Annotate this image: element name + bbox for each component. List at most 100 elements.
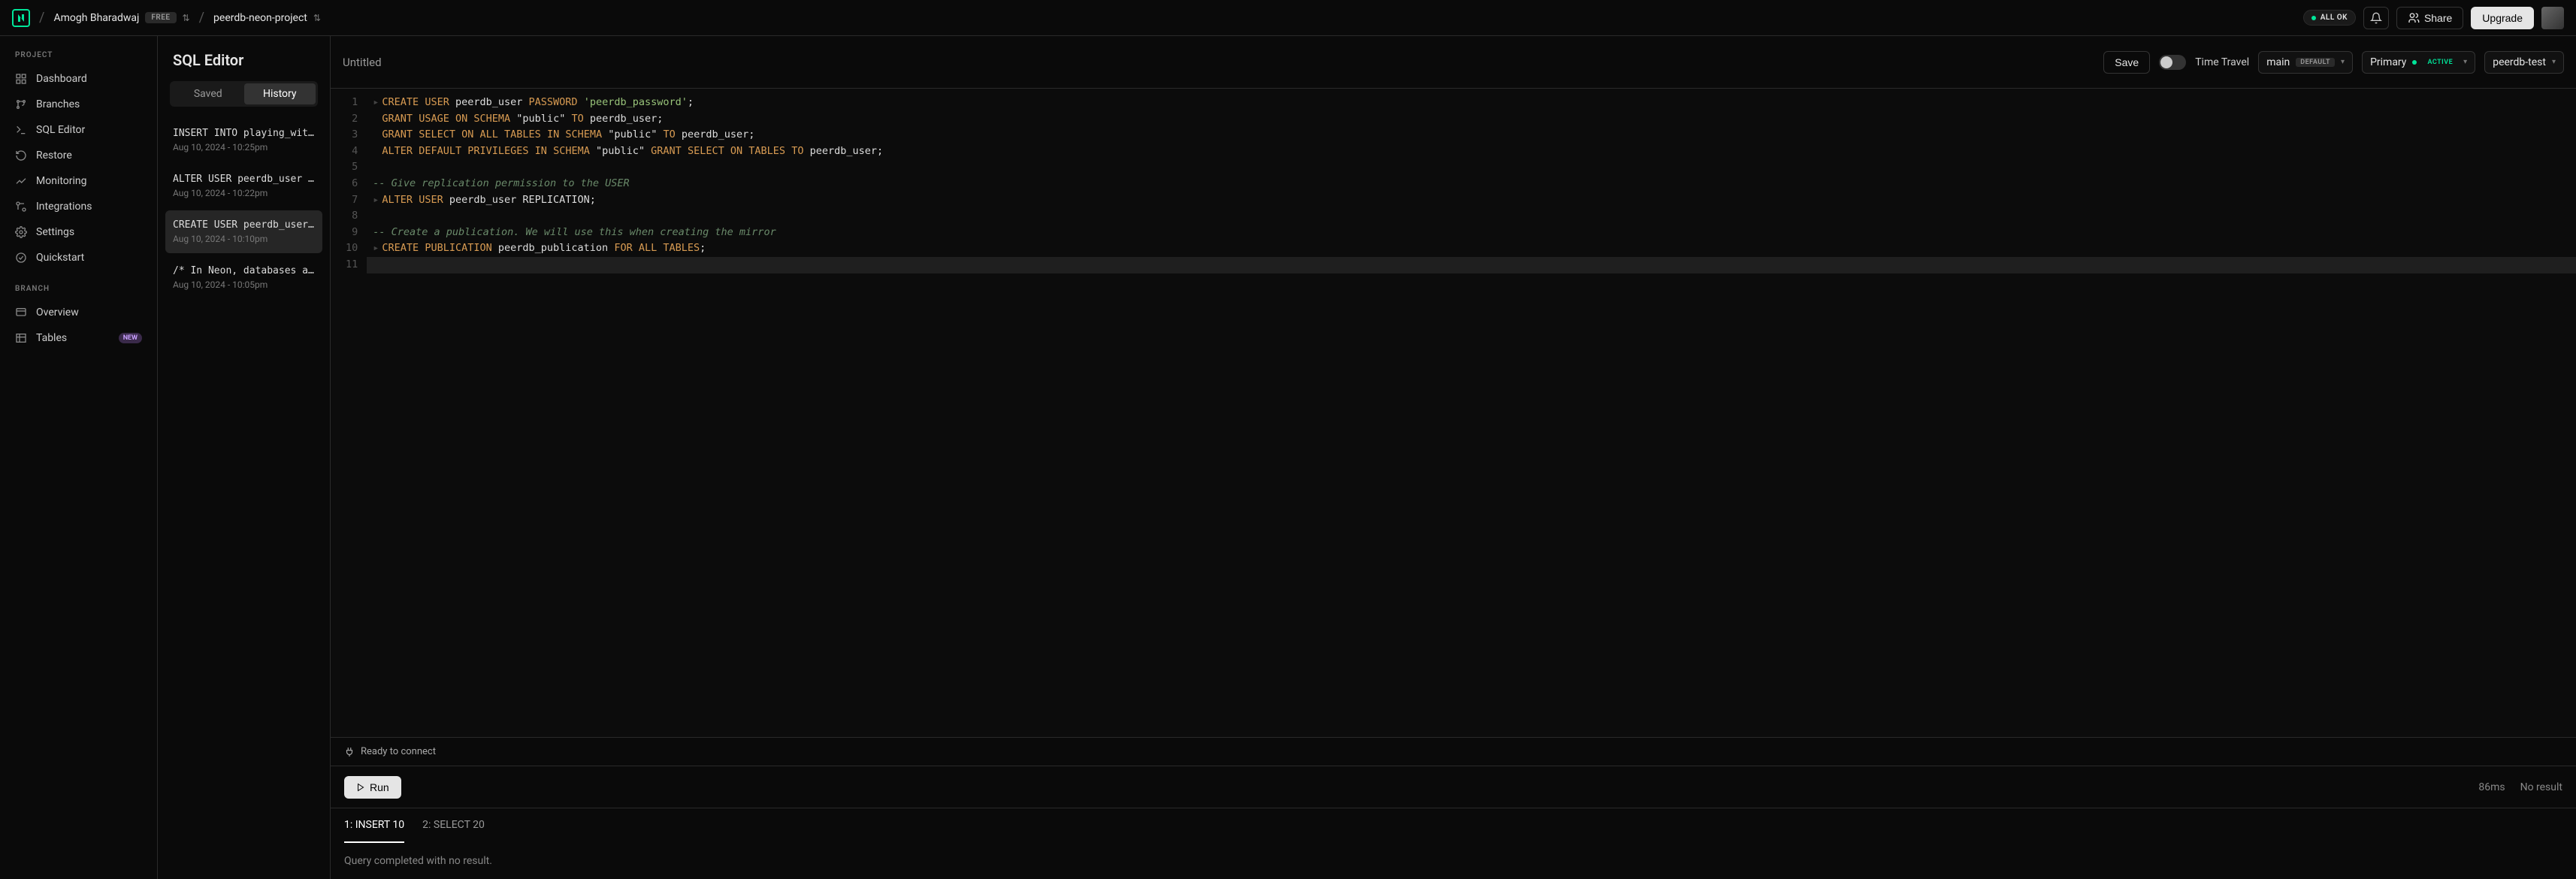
chevron-down-icon: ▾ bbox=[2463, 58, 2467, 66]
history-query: /* In Neon, databases a… bbox=[173, 265, 315, 276]
code-line: ALTER DEFAULT PRIVILEGES IN SCHEMA "publ… bbox=[367, 143, 2576, 160]
connection-status-label: Ready to connect bbox=[361, 746, 436, 757]
nav-quickstart[interactable]: Quickstart bbox=[9, 246, 148, 270]
user-name: Amogh Bharadwaj bbox=[53, 12, 139, 24]
compute-dropdown[interactable]: Primary ACTIVE ▾ bbox=[2362, 51, 2475, 74]
nav-dashboard[interactable]: Dashboard bbox=[9, 67, 148, 91]
line-gutter: 1 2 3 4 5 6 7 8 9 10 11 bbox=[331, 89, 367, 737]
nav-label: Tables bbox=[36, 332, 67, 344]
code-editor[interactable]: 1 2 3 4 5 6 7 8 9 10 11 ▸CREATE USER pee… bbox=[331, 89, 2576, 737]
history-query: INSERT INTO playing_wit… bbox=[173, 128, 315, 139]
integrations-icon bbox=[15, 201, 27, 213]
default-badge: DEFAULT bbox=[2296, 58, 2335, 67]
tab-saved[interactable]: Saved bbox=[172, 83, 244, 104]
nav-sidebar: PROJECT Dashboard Branches SQL Editor Re… bbox=[0, 36, 158, 879]
history-item[interactable]: CREATE USER peerdb_user… Aug 10, 2024 - … bbox=[165, 210, 322, 253]
history-panel: SQL Editor Saved History INSERT INTO pla… bbox=[158, 36, 331, 879]
nav-branches[interactable]: Branches bbox=[9, 92, 148, 116]
run-button[interactable]: Run bbox=[344, 776, 401, 799]
section-label-project: PROJECT bbox=[9, 51, 148, 59]
history-item[interactable]: ALTER USER peerdb_user … Aug 10, 2024 - … bbox=[165, 165, 322, 207]
result-tab[interactable]: 1: INSERT 10 bbox=[344, 808, 404, 843]
header-actions: ALL OK Share Upgrade bbox=[2303, 7, 2564, 29]
overview-icon bbox=[15, 307, 27, 319]
code-content[interactable]: ▸CREATE USER peerdb_user PASSWORD 'peerd… bbox=[367, 89, 2576, 737]
monitoring-icon bbox=[15, 175, 27, 187]
chevron-updown-icon: ⇅ bbox=[183, 13, 190, 23]
nav-overview[interactable]: Overview bbox=[9, 301, 148, 325]
history-time: Aug 10, 2024 - 10:22pm bbox=[173, 188, 315, 198]
code-line bbox=[367, 159, 2576, 176]
nav-sql-editor[interactable]: SQL Editor bbox=[9, 118, 148, 142]
nav-integrations[interactable]: Integrations bbox=[9, 195, 148, 219]
nav-label: SQL Editor bbox=[36, 124, 85, 136]
nav-tables[interactable]: Tables NEW bbox=[9, 326, 148, 350]
result-tab[interactable]: 2: SELECT 20 bbox=[422, 808, 485, 843]
system-status[interactable]: ALL OK bbox=[2303, 10, 2356, 26]
play-icon bbox=[356, 783, 365, 792]
connection-status-bar: Ready to connect bbox=[331, 737, 2576, 766]
history-item[interactable]: INSERT INTO playing_wit… Aug 10, 2024 - … bbox=[165, 119, 322, 162]
org-switcher[interactable]: Amogh Bharadwaj FREE ⇅ bbox=[53, 12, 189, 24]
database-name: peerdb-test bbox=[2493, 56, 2546, 68]
history-query: ALTER USER peerdb_user … bbox=[173, 174, 315, 185]
result-tabs: 1: INSERT 10 2: SELECT 20 bbox=[331, 808, 2576, 843]
chevron-updown-icon: ⇅ bbox=[313, 13, 321, 23]
history-time: Aug 10, 2024 - 10:10pm bbox=[173, 234, 315, 244]
code-line: -- Give replication permission to the US… bbox=[367, 176, 2576, 192]
users-icon bbox=[2408, 12, 2420, 24]
time-travel-toggle[interactable] bbox=[2159, 55, 2186, 70]
tab-history[interactable]: History bbox=[244, 83, 316, 104]
quickstart-icon bbox=[15, 252, 27, 264]
run-label: Run bbox=[370, 781, 389, 793]
new-badge: NEW bbox=[119, 333, 142, 343]
plug-icon bbox=[344, 747, 355, 757]
avatar[interactable] bbox=[2541, 7, 2564, 29]
nav-label: Monitoring bbox=[36, 175, 87, 187]
status-label: ALL OK bbox=[2321, 14, 2348, 22]
code-line: ▸CREATE PUBLICATION peerdb_publication F… bbox=[367, 240, 2576, 257]
branch-dropdown[interactable]: main DEFAULT ▾ bbox=[2258, 51, 2353, 74]
nav-settings[interactable]: Settings bbox=[9, 220, 148, 244]
code-line: GRANT SELECT ON ALL TABLES IN SCHEMA "pu… bbox=[367, 127, 2576, 143]
nav-label: Restore bbox=[36, 150, 72, 162]
share-label: Share bbox=[2424, 12, 2452, 24]
nav-label: Quickstart bbox=[36, 252, 84, 264]
query-summary: No result bbox=[2520, 781, 2562, 793]
notifications-button[interactable] bbox=[2363, 7, 2389, 29]
upgrade-label: Upgrade bbox=[2482, 12, 2523, 24]
project-switcher[interactable]: peerdb-neon-project ⇅ bbox=[213, 12, 321, 24]
result-message: Query completed with no result. bbox=[331, 843, 2576, 879]
plan-badge: FREE bbox=[145, 12, 176, 23]
chevron-down-icon: ▾ bbox=[2552, 58, 2556, 66]
restore-icon bbox=[15, 150, 27, 162]
code-line: -- Create a publication. We will use thi… bbox=[367, 225, 2576, 241]
share-button[interactable]: Share bbox=[2396, 7, 2463, 29]
gear-icon bbox=[15, 226, 27, 238]
tables-icon bbox=[15, 332, 27, 344]
sql-editor-icon bbox=[15, 124, 27, 136]
history-list: INSERT INTO playing_wit… Aug 10, 2024 - … bbox=[158, 119, 330, 879]
time-travel-label: Time Travel bbox=[2195, 56, 2249, 68]
project-name: peerdb-neon-project bbox=[213, 12, 307, 24]
breadcrumb: / Amogh Bharadwaj FREE ⇅ / peerdb-neon-p… bbox=[12, 9, 321, 27]
dashboard-icon bbox=[15, 73, 27, 85]
nav-monitoring[interactable]: Monitoring bbox=[9, 169, 148, 193]
history-query: CREATE USER peerdb_user… bbox=[173, 219, 315, 231]
active-badge: ACTIVE bbox=[2423, 58, 2457, 67]
neon-logo[interactable] bbox=[12, 9, 30, 27]
history-item[interactable]: /* In Neon, databases a… Aug 10, 2024 - … bbox=[165, 256, 322, 299]
database-dropdown[interactable]: peerdb-test ▾ bbox=[2484, 51, 2564, 74]
save-button[interactable]: Save bbox=[2103, 51, 2150, 74]
history-time: Aug 10, 2024 - 10:05pm bbox=[173, 279, 315, 290]
nav-restore[interactable]: Restore bbox=[9, 143, 148, 168]
compute-label: Primary bbox=[2370, 56, 2406, 68]
editor-toolbar: Untitled Save Time Travel main DEFAULT ▾… bbox=[331, 36, 2576, 89]
code-line: GRANT USAGE ON SCHEMA "public" TO peerdb… bbox=[367, 111, 2576, 128]
editor-title: Untitled bbox=[343, 56, 382, 69]
section-label-branch: BRANCH bbox=[9, 285, 148, 293]
nav-label: Overview bbox=[36, 307, 79, 319]
breadcrumb-separator: / bbox=[199, 10, 204, 26]
query-time: 86ms bbox=[2478, 781, 2505, 793]
upgrade-button[interactable]: Upgrade bbox=[2471, 7, 2534, 29]
